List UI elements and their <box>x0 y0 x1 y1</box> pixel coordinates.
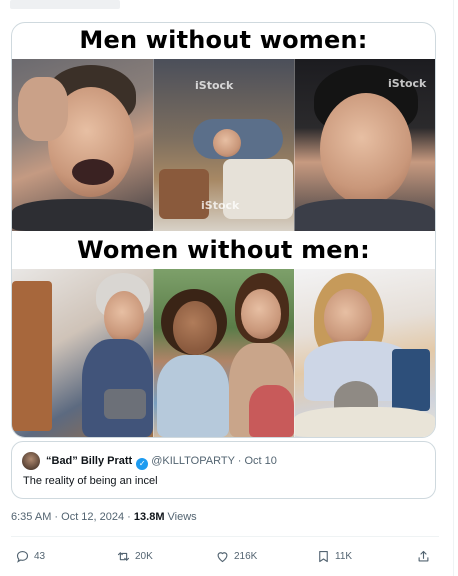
separator-dot: · <box>237 455 242 467</box>
truncated-content <box>10 0 120 9</box>
meme-caption-top: Men without women: <box>79 26 368 54</box>
views-count: 13.8M <box>133 511 165 523</box>
tweet-media-image[interactable]: Men without women: iStock iStock iStock … <box>11 22 436 438</box>
avatar[interactable] <box>22 452 40 470</box>
photo-messy-room: iStock iStock <box>153 59 294 231</box>
photo-young-man-selfie: iStock <box>294 59 435 231</box>
quoted-tweet-card[interactable]: “Bad” Billy Pratt ✓ @KILLTOPARTY · Oct 10 … <box>11 441 436 499</box>
views-label: Views <box>164 511 197 523</box>
like-button[interactable]: 216K <box>215 545 257 567</box>
photo-woman-reading-with-cat <box>294 269 435 437</box>
repost-count: 20K <box>135 550 153 562</box>
quoted-tweet-header: “Bad” Billy Pratt ✓ @KILLTOPARTY · Oct 10 <box>46 454 277 470</box>
watermark-istock: iStock <box>195 79 234 92</box>
watermark-istock: iStock <box>201 199 240 212</box>
quoted-display-name[interactable]: “Bad” Billy Pratt <box>46 455 132 467</box>
like-count: 216K <box>234 550 258 562</box>
tweet-timestamp[interactable]: 6:35 AM · Oct 12, 2024 · <box>11 511 134 523</box>
bookmark-button[interactable]: 11K <box>316 545 352 567</box>
reply-button[interactable]: 43 <box>15 545 45 567</box>
photo-crying-man <box>12 59 153 231</box>
divider <box>11 536 439 537</box>
column-border <box>453 0 454 576</box>
photo-woman-painting <box>12 269 153 437</box>
photo-women-laughing <box>153 269 294 437</box>
bookmark-icon <box>319 550 328 562</box>
tweet-meta: 6:35 AM · Oct 12, 2024 · 13.8M Views <box>11 511 197 523</box>
tweet-action-bar: 43 20K 216K 11K <box>0 545 458 567</box>
bookmark-count: 11K <box>335 550 353 562</box>
repost-icon <box>117 551 130 561</box>
top-strip <box>0 0 458 12</box>
quoted-date[interactable]: Oct 10 <box>245 455 277 467</box>
verified-badge-icon: ✓ <box>136 458 149 470</box>
share-icon <box>418 550 429 561</box>
quoted-tweet-text: The reality of being an incel <box>23 475 158 487</box>
reply-count: 43 <box>34 550 46 562</box>
repost-button[interactable]: 20K <box>116 545 153 567</box>
quoted-handle[interactable]: @KILLTOPARTY <box>151 455 235 467</box>
share-button[interactable] <box>416 545 435 567</box>
watermark-istock: iStock <box>388 77 427 90</box>
heart-icon <box>217 551 228 562</box>
meme-caption-bottom: Women without men: <box>77 236 370 264</box>
reply-icon <box>16 550 29 563</box>
